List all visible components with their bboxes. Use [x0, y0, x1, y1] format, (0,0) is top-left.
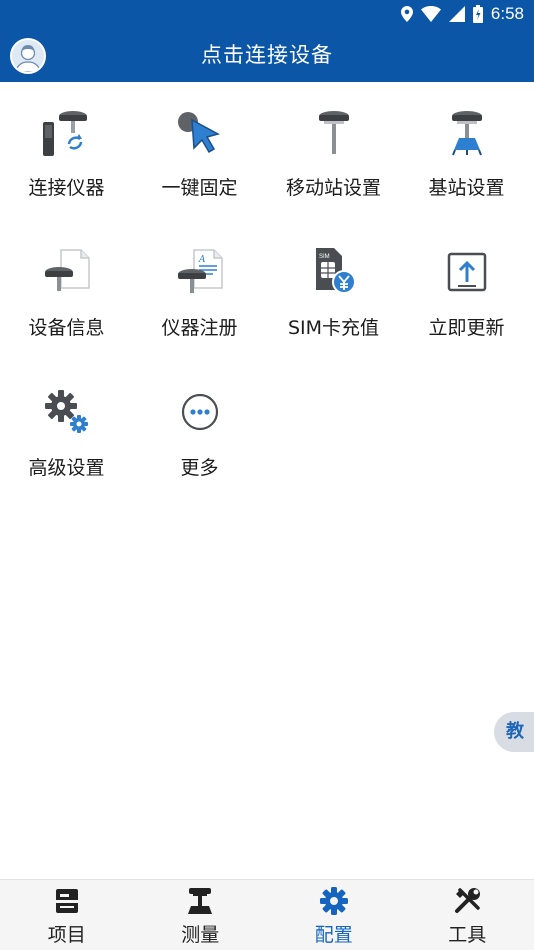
grid-item-update-now[interactable]: 立即更新: [400, 222, 533, 362]
grid-item-rover-settings[interactable]: 移动站设置: [267, 82, 400, 222]
clock: 6:58: [490, 4, 524, 23]
grid-item-base-station-settings[interactable]: 基站设置: [400, 82, 533, 222]
connect-device-icon: [43, 111, 87, 156]
grid-item-label: 更多: [180, 457, 219, 479]
svg-text:SIM: SIM: [319, 254, 330, 260]
battery-icon: [472, 5, 483, 23]
tools-icon: [455, 888, 481, 913]
grid-item-label: 设备信息: [28, 317, 105, 339]
status-bar: 6:58: [0, 0, 534, 28]
app-screen: 6:58 点击连接设备 连接仪器 一键固定 移动站设置 基站设置 设备信息 A …: [0, 0, 534, 950]
grid-item-label: 仪器注册: [161, 317, 238, 339]
grid-item-label: 基站设置: [428, 177, 505, 199]
one-click-fix-icon: [178, 112, 221, 154]
device-register-icon: A: [178, 249, 223, 293]
grid-item-label: 移动站设置: [285, 177, 381, 199]
tutorial-float-button[interactable]: 教: [494, 712, 534, 752]
advanced-settings-icon: [45, 390, 88, 433]
grid-item-more[interactable]: 更多: [133, 362, 266, 502]
survey-icon: [188, 888, 213, 914]
base-station-settings-icon: [452, 111, 482, 156]
device-info-icon: [45, 249, 90, 291]
nav-item-tools[interactable]: 工具: [401, 880, 534, 950]
more-icon: [181, 393, 219, 431]
project-icon: [55, 889, 78, 913]
grid-item-label: SIM卡充值: [287, 317, 380, 339]
nav-label-config: 配置: [314, 924, 353, 946]
grid-item-label: 连接仪器: [28, 177, 105, 199]
svg-text:A: A: [198, 255, 206, 265]
wifi-icon: [420, 6, 441, 22]
nav-item-project[interactable]: 项目: [0, 880, 134, 950]
nav-label-survey: 测量: [181, 924, 220, 946]
page-title[interactable]: 点击连接设备: [0, 28, 534, 82]
rover-settings-icon: [319, 111, 349, 154]
grid-item-label: 高级设置: [28, 457, 105, 479]
config-gear-icon: [319, 887, 348, 915]
grid-item-label: 一键固定: [161, 177, 238, 199]
nav-label-tools: 工具: [448, 924, 487, 946]
nav-item-config[interactable]: 配置: [267, 880, 401, 950]
nav-item-survey[interactable]: 测量: [134, 880, 268, 950]
grid-item-sim-recharge[interactable]: SIM SIM卡充值: [267, 222, 400, 362]
nav-label-project: 项目: [47, 924, 86, 946]
grid-item-one-click-fix[interactable]: 一键固定: [133, 82, 266, 222]
grid-item-advanced-settings[interactable]: 高级设置: [0, 362, 133, 502]
location-icon: [400, 6, 413, 22]
grid-item-label: 立即更新: [428, 317, 505, 339]
update-now-icon: [447, 252, 487, 292]
grid-item-connect-device[interactable]: 连接仪器: [0, 82, 133, 222]
sim-recharge-icon: SIM: [316, 248, 356, 294]
signal-icon: [448, 6, 465, 22]
grid-item-device-info[interactable]: 设备信息: [0, 222, 133, 362]
grid-item-device-register[interactable]: A 仪器注册: [133, 222, 266, 362]
bottom-nav: 项目 测量 配置 工具: [0, 879, 534, 950]
app-header: 点击连接设备: [0, 28, 534, 82]
